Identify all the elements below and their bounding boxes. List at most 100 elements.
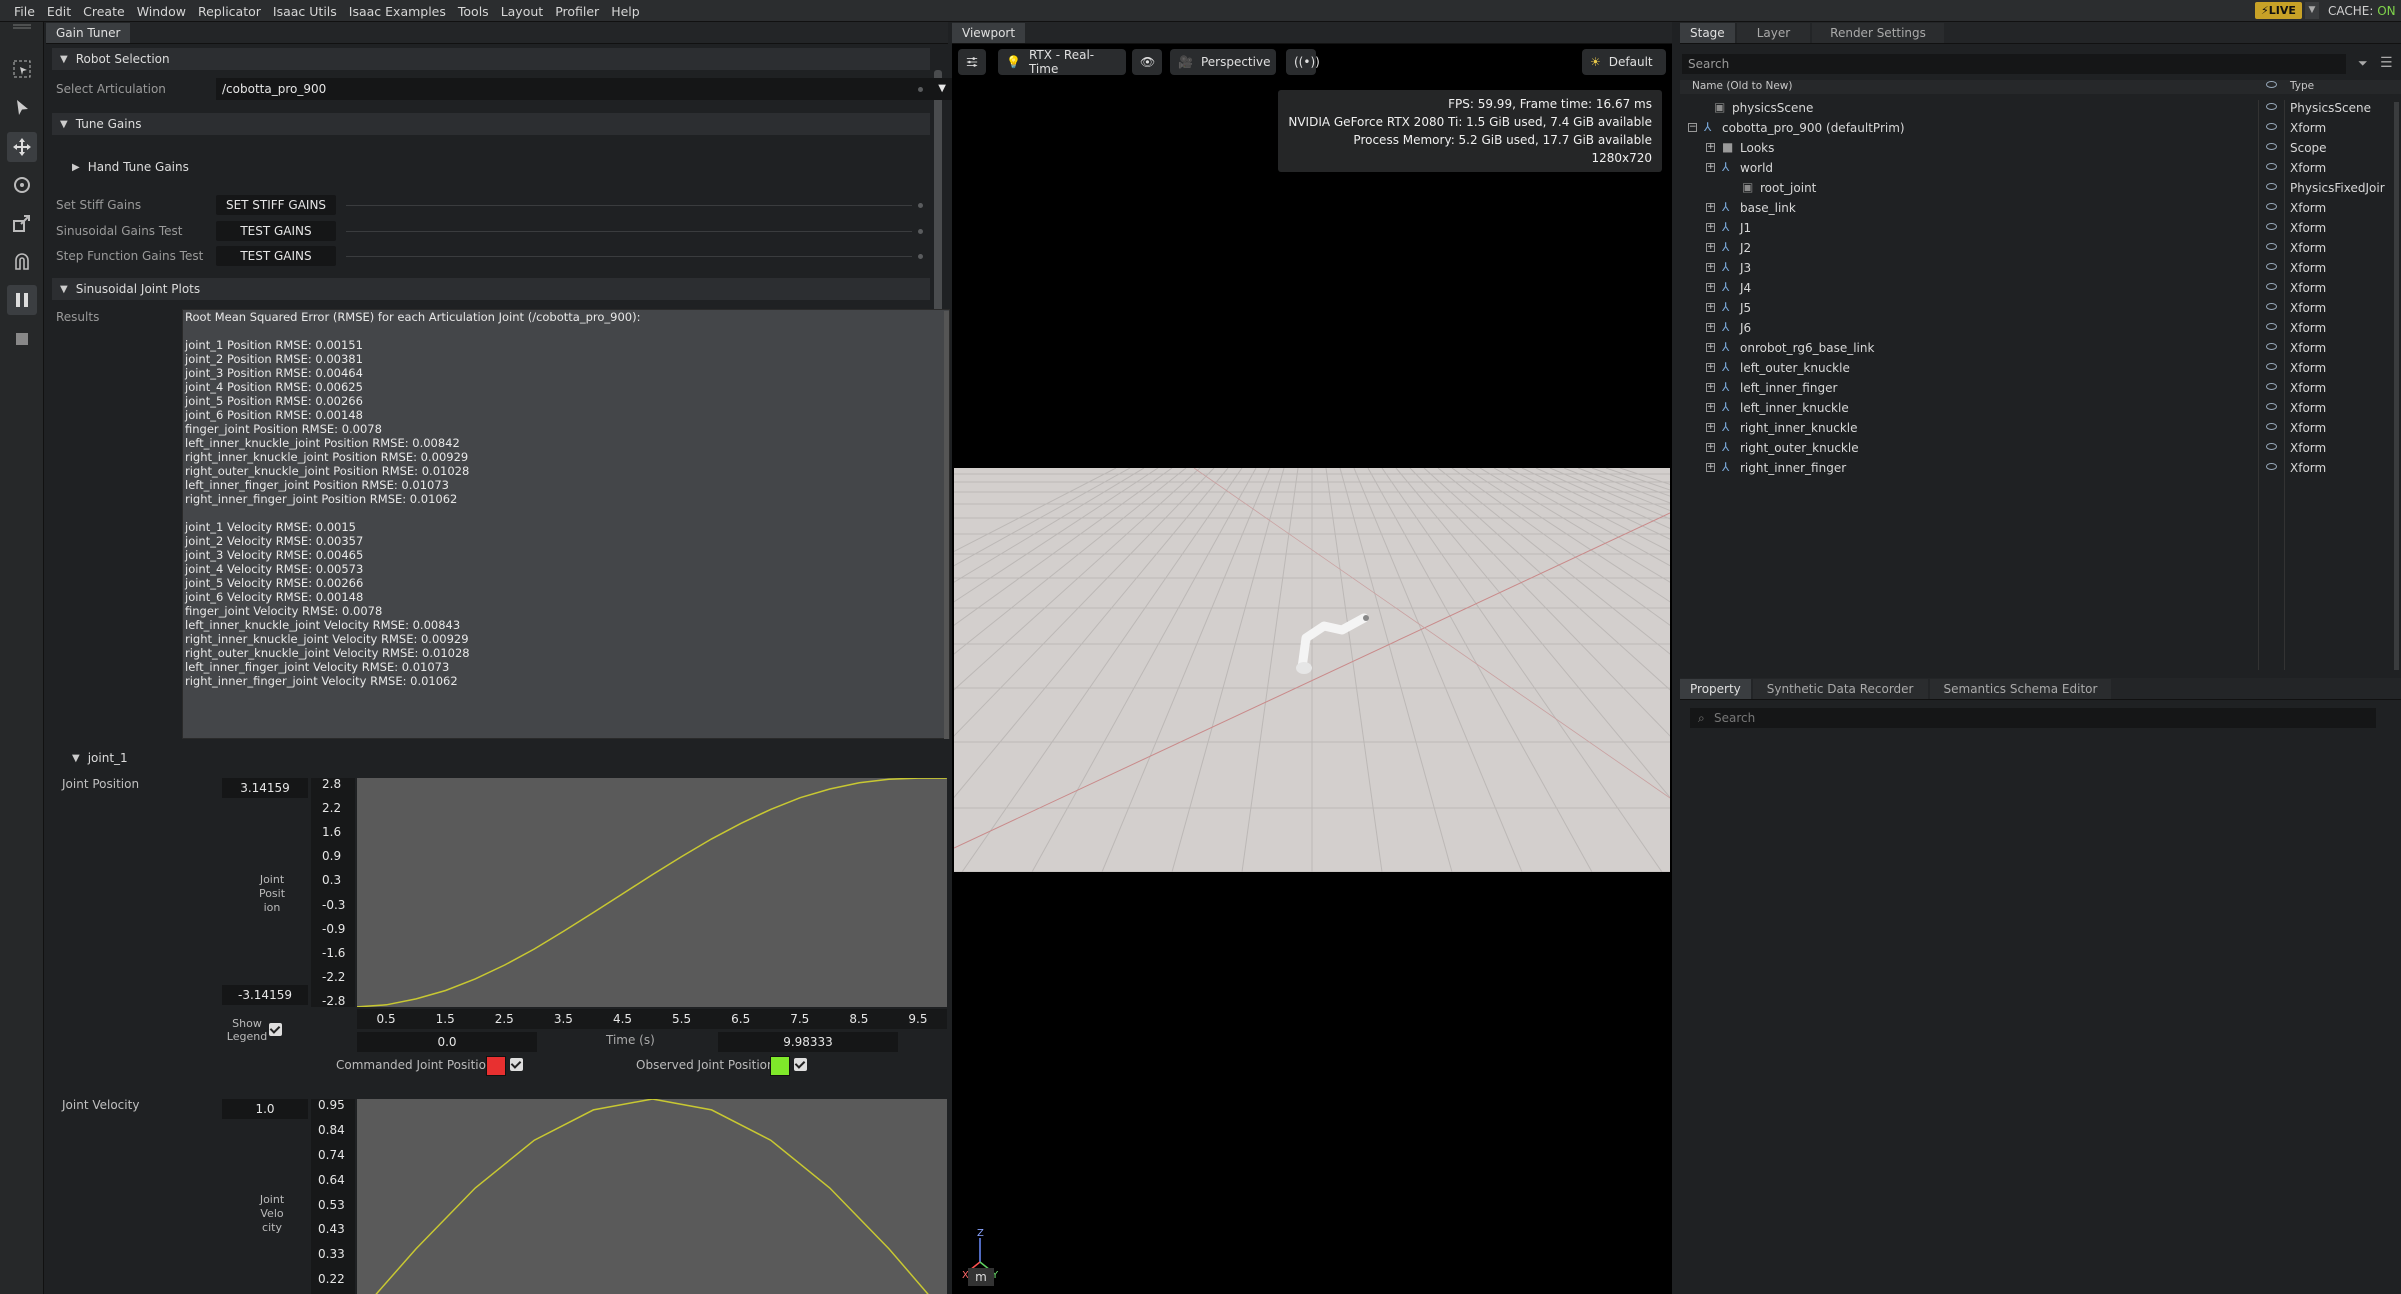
visibility-eye-icon[interactable] (2266, 383, 2277, 390)
expand-icon[interactable]: + (1706, 403, 1715, 412)
tab-render-settings[interactable]: Render Settings (1812, 23, 1944, 43)
broadcast-icon[interactable]: ((•)) (1286, 49, 1320, 75)
menu-layout[interactable]: Layout (495, 4, 550, 19)
tune-gains-header[interactable]: ▼ Tune Gains (52, 113, 930, 135)
live-dropdown-icon[interactable]: ▼ (2305, 2, 2319, 19)
stage-row[interactable]: + ⅄ J4 Xform (1680, 278, 2401, 298)
expand-icon[interactable]: + (1706, 383, 1715, 392)
col-name-label[interactable]: Name (Old to New) (1692, 80, 1792, 92)
stage-row[interactable]: ▣ physicsScene PhysicsScene (1680, 98, 2401, 118)
property-search-input[interactable]: ⌕ Search (1690, 708, 2376, 728)
menu-tools[interactable]: Tools (452, 4, 495, 19)
stage-row[interactable]: + ⅄ left_inner_knuckle Xform (1680, 398, 2401, 418)
expand-icon[interactable]: + (1706, 163, 1715, 172)
visibility-eye-icon[interactable] (2266, 403, 2277, 410)
menu-isaac-examples[interactable]: Isaac Examples (343, 4, 452, 19)
stage-row[interactable]: + ⅄ J2 Xform (1680, 238, 2401, 258)
menu-create[interactable]: Create (77, 4, 131, 19)
sinusoidal-test-gains-button[interactable]: TEST GAINS (216, 221, 336, 241)
scale-icon[interactable] (7, 208, 37, 238)
stage-row[interactable]: + ⅄ right_inner_knuckle Xform (1680, 418, 2401, 438)
ground-plane[interactable] (954, 468, 1670, 872)
stage-row[interactable]: + ⅄ base_link Xform (1680, 198, 2401, 218)
camera-button[interactable]: 🎥 Perspective (1170, 49, 1276, 75)
stop-icon[interactable] (7, 324, 37, 354)
stage-row[interactable]: + ⅄ left_outer_knuckle Xform (1680, 358, 2401, 378)
visibility-eye-icon[interactable] (2266, 203, 2277, 210)
expand-icon[interactable]: + (1706, 443, 1715, 452)
expand-icon[interactable]: + (1706, 143, 1715, 152)
tab-semantics-schema-editor[interactable]: Semantics Schema Editor (1929, 679, 2112, 699)
visibility-eye-icon[interactable] (2266, 323, 2277, 330)
expand-icon[interactable]: + (1706, 363, 1715, 372)
select-region-icon[interactable] (7, 54, 37, 84)
menu-isaac-utils[interactable]: Isaac Utils (267, 4, 343, 19)
visibility-eye-icon[interactable] (2266, 283, 2277, 290)
viewport-settings-icon[interactable] (958, 49, 986, 75)
collapse-icon[interactable]: − (1688, 123, 1697, 132)
visibility-eye-icon[interactable] (2266, 123, 2277, 130)
tab-viewport[interactable]: Viewport (952, 23, 1026, 43)
velocity-ymax-field[interactable]: 1.0 (222, 1099, 308, 1119)
tab-gain-tuner[interactable]: Gain Tuner (46, 23, 131, 43)
visibility-eye-icon[interactable] (2266, 443, 2277, 450)
articulation-dropdown[interactable]: /cobotta_pro_900 ▼ (216, 78, 952, 100)
tab-synthetic-data-recorder[interactable]: Synthetic Data Recorder (1752, 679, 1928, 699)
results-text-area[interactable]: Root Mean Squared Error (RMSE) for each … (182, 309, 950, 739)
move-icon[interactable] (7, 132, 37, 162)
visibility-eye-icon[interactable] (2266, 303, 2277, 310)
stage-row[interactable]: ▣ root_joint PhysicsFixedJoir (1680, 178, 2401, 198)
visibility-eye-icon[interactable] (2266, 163, 2277, 170)
filter-icon[interactable]: ⏷ (2358, 56, 2368, 71)
visibility-eye-icon[interactable] (2266, 463, 2277, 470)
menu-window[interactable]: Window (131, 4, 192, 19)
expand-icon[interactable]: + (1706, 283, 1715, 292)
stage-row[interactable]: + ⅄ J1 Xform (1680, 218, 2401, 238)
stage-row[interactable]: + ⅄ J6 Xform (1680, 318, 2401, 338)
position-ymax-field[interactable]: 3.14159 (222, 778, 308, 798)
menu-profiler[interactable]: Profiler (549, 4, 605, 19)
expand-icon[interactable]: + (1706, 223, 1715, 232)
stage-row[interactable]: + ■ Looks Scope (1680, 138, 2401, 158)
expand-icon[interactable]: + (1706, 463, 1715, 472)
visibility-eye-icon[interactable] (2266, 143, 2277, 150)
menu-icon[interactable]: ☰ (2380, 55, 2393, 71)
expand-icon[interactable]: + (1706, 263, 1715, 272)
lighting-button[interactable]: ☀ Default (1582, 49, 1666, 75)
expand-icon[interactable]: + (1706, 303, 1715, 312)
visibility-eye-icon[interactable] (2266, 183, 2277, 190)
col-type-label[interactable]: Type (2290, 80, 2314, 92)
stage-row[interactable]: + ⅄ right_inner_finger Xform (1680, 458, 2401, 478)
time-start-field[interactable]: 0.0 (357, 1032, 537, 1052)
visibility-eye-icon[interactable] (2266, 243, 2277, 250)
tab-layer[interactable]: Layer (1736, 23, 1811, 43)
hand-tune-gains-header[interactable]: ▶ Hand Tune Gains (64, 156, 926, 178)
menu-help[interactable]: Help (605, 4, 646, 19)
units-badge[interactable]: m (968, 1268, 994, 1286)
visibility-eye-icon[interactable] (2266, 423, 2277, 430)
observed-checkbox[interactable] (794, 1058, 807, 1071)
commanded-color-swatch[interactable] (486, 1056, 506, 1076)
robot-selection-header[interactable]: ▼ Robot Selection (52, 48, 930, 70)
visibility-eye-icon[interactable]: 👁 (1132, 49, 1162, 75)
results-scrollbar[interactable] (944, 311, 949, 739)
tab-stage[interactable]: Stage (1680, 23, 1735, 43)
snap-magnet-icon[interactable] (7, 247, 37, 277)
pause-icon[interactable] (7, 285, 37, 315)
expand-icon[interactable]: + (1706, 203, 1715, 212)
stage-search-input[interactable]: Search (1682, 54, 2346, 74)
visibility-eye-icon[interactable] (2266, 223, 2277, 230)
stage-row[interactable]: + ⅄ J5 Xform (1680, 298, 2401, 318)
menu-edit[interactable]: Edit (41, 4, 77, 19)
set-stiff-gains-button[interactable]: SET STIFF GAINS (216, 195, 336, 215)
sinusoidal-joint-plots-header[interactable]: ▼ Sinusoidal Joint Plots (52, 278, 930, 300)
stage-row[interactable]: + ⅄ J3 Xform (1680, 258, 2401, 278)
expand-icon[interactable]: + (1706, 343, 1715, 352)
stage-row[interactable]: + ⅄ right_outer_knuckle Xform (1680, 438, 2401, 458)
observed-color-swatch[interactable] (770, 1056, 790, 1076)
commanded-checkbox[interactable] (510, 1058, 523, 1071)
time-end-field[interactable]: 9.98333 (718, 1032, 898, 1052)
live-button[interactable]: ⚡LIVE (2255, 2, 2302, 19)
expand-icon[interactable]: + (1706, 323, 1715, 332)
visibility-eye-icon[interactable] (2266, 263, 2277, 270)
